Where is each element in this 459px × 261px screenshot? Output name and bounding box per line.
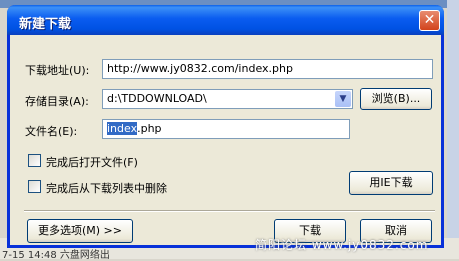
- close-icon: ✕: [423, 12, 436, 28]
- footer-divider: [24, 210, 435, 212]
- open-after-checkbox[interactable]: [28, 154, 41, 167]
- filename-input[interactable]: index.php: [102, 119, 350, 139]
- open-after-label: 完成后打开文件(F): [46, 156, 138, 169]
- url-label: 下载地址(U):: [25, 64, 90, 77]
- new-download-dialog: 新建下载 ✕ 下载地址(U): http://www.jy0832.com/in…: [7, 5, 444, 248]
- filename-selected-text: index: [107, 122, 138, 135]
- close-button[interactable]: ✕: [419, 10, 440, 31]
- filename-label: 文件名(E):: [25, 125, 78, 138]
- url-input[interactable]: http://www.jy0832.com/index.php: [102, 59, 433, 79]
- more-options-button[interactable]: 更多选项(M) >>: [27, 219, 133, 243]
- title-bar[interactable]: 新建下载 ✕: [7, 5, 444, 35]
- ie-download-button[interactable]: 用IE下载: [349, 171, 433, 195]
- background-right-strip: [447, 0, 459, 259]
- filename-extension: .php: [137, 122, 162, 135]
- directory-combobox[interactable]: d:\TDDOWNLOAD\ ▼: [102, 89, 353, 109]
- remove-after-label: 完成后从下载列表中删除: [46, 182, 167, 195]
- url-value: http://www.jy0832.com/index.php: [107, 62, 293, 75]
- chevron-down-icon[interactable]: ▼: [335, 91, 351, 107]
- watermark-text: 简阳论坛 www.jy0832.com: [255, 238, 429, 252]
- directory-label: 存储目录(A):: [25, 95, 89, 108]
- remove-after-checkbox[interactable]: [28, 180, 41, 193]
- window-title: 新建下载: [19, 17, 72, 32]
- browse-button[interactable]: 浏览(B)...: [360, 88, 432, 110]
- directory-value: d:\TDDOWNLOAD\: [107, 92, 207, 105]
